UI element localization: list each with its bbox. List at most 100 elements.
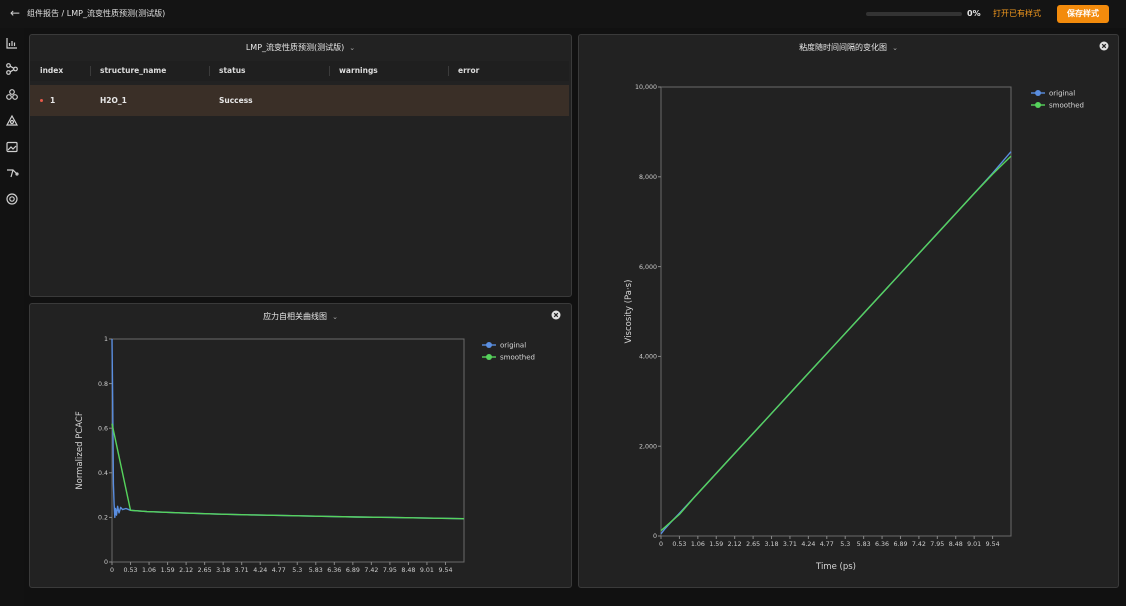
x-tick-label: 4.24 xyxy=(801,541,815,548)
progress-bar xyxy=(866,12,962,16)
x-tick-label: 5.83 xyxy=(309,567,323,574)
y-axis-label: Viscosity (Pa·s) xyxy=(624,280,634,344)
target-icon[interactable] xyxy=(5,192,19,206)
x-tick-label: 6.36 xyxy=(875,541,889,548)
x-tick-label: 7.95 xyxy=(383,567,397,574)
bar-chart-icon[interactable] xyxy=(5,36,19,50)
x-tick-label: 8.48 xyxy=(401,567,415,574)
save-style-button[interactable]: 保存样式 xyxy=(1057,5,1109,23)
cell-index: 1 xyxy=(50,96,56,105)
column-divider xyxy=(448,66,449,76)
x-tick-label: 4.24 xyxy=(253,567,267,574)
x-tick-label: 9.54 xyxy=(986,541,1000,548)
x-tick-label: 9.01 xyxy=(420,567,434,574)
x-tick-label: 3.18 xyxy=(216,567,230,574)
y-axis-label: Normalized PCACF xyxy=(75,411,85,490)
table-panel: LMP_流变性质预测(测试版) ⌄ index structure_name st… xyxy=(29,34,572,297)
y-tick-label: 0 xyxy=(653,533,657,540)
viscosity-chart: 0 0.53 1.06 1.59 2.12 2.65 3.18 3.71 4.24 4.77 5.3… xyxy=(624,84,1084,572)
cell-status: Success xyxy=(219,96,253,105)
network-icon[interactable] xyxy=(5,114,19,128)
y-tick-label: 4,000 xyxy=(639,354,657,361)
x-tick-label: 4.77 xyxy=(820,541,834,548)
viscosity-chart-panel: 粘度随时间间隔的变化图 ⌄ 0 0.53 1.06 1.59 2.12 2.65 3.18 3.… xyxy=(578,34,1119,588)
x-tick-label: 1.59 xyxy=(161,567,175,574)
series-line-smoothed xyxy=(660,155,1012,532)
x-tick-label: 6.89 xyxy=(346,567,360,574)
pcacf-chart: 0 0.53 1.06 1.59 2.12 2.65 3.18 3.71 4.24 4.77 5.3… xyxy=(75,336,535,574)
column-header-index[interactable]: index xyxy=(40,61,63,81)
x-tick-label: 1.06 xyxy=(691,541,705,548)
x-tick-label: 5.3 xyxy=(292,567,302,574)
open-existing-style-link[interactable]: 打开已有样式 xyxy=(993,8,1041,19)
cell-structure-name: H2O_1 xyxy=(100,96,127,105)
legend-label-smoothed: smoothed xyxy=(1049,102,1084,110)
breadcrumb: 组件报告 / LMP_流变性质预测(测试版) xyxy=(27,9,166,18)
x-tick-label: 0.53 xyxy=(124,567,138,574)
legend-label-original: original xyxy=(1049,90,1075,98)
x-tick-label: 5.3 xyxy=(840,541,850,548)
arrow-left-icon[interactable]: ← xyxy=(10,6,24,20)
x-tick-label: 0 xyxy=(110,567,114,574)
x-tick-label: 2.12 xyxy=(179,567,193,574)
top-bar: ← 组件报告 / LMP_流变性质预测(测试版) 0% 打开已有样式 保存样式 xyxy=(0,0,1126,28)
molecule-icon[interactable] xyxy=(5,88,19,102)
legend-marker-original xyxy=(1035,90,1041,96)
plot-frame xyxy=(660,86,1012,537)
progress-text: 0% xyxy=(967,9,981,18)
legend-marker-original xyxy=(486,342,492,348)
x-tick-label: 3.18 xyxy=(765,541,779,548)
status-dot xyxy=(40,99,43,102)
x-tick-label: 3.71 xyxy=(783,541,797,548)
x-tick-label: 9.01 xyxy=(967,541,981,548)
y-tick-label: 2,000 xyxy=(639,443,657,450)
y-tick-label: 10,000 xyxy=(635,84,657,91)
x-tick-label: 6.36 xyxy=(327,567,341,574)
y-tick-label: 0 xyxy=(104,559,108,566)
x-tick-label: 1.59 xyxy=(709,541,723,548)
route-icon[interactable] xyxy=(5,166,19,180)
series-line-smoothed xyxy=(111,423,465,520)
y-tick-label: 0.8 xyxy=(98,381,108,388)
y-tick-label: 0.2 xyxy=(98,515,108,522)
column-header-error[interactable]: error xyxy=(458,61,479,81)
y-tick-label: 6,000 xyxy=(639,264,657,271)
x-axis-label: Time (ps) xyxy=(815,562,856,572)
x-tick-label: 7.42 xyxy=(364,567,378,574)
x-tick-label: 3.71 xyxy=(235,567,249,574)
y-tick-label: 1 xyxy=(104,336,108,343)
plot-frame xyxy=(111,338,465,563)
legend-marker-smoothed xyxy=(486,354,492,360)
x-tick-label: 7.95 xyxy=(930,541,944,548)
column-header-status[interactable]: status xyxy=(219,61,246,81)
x-tick-label: 2.12 xyxy=(728,541,742,548)
column-divider xyxy=(329,66,330,76)
legend-label-original: original xyxy=(500,342,526,350)
x-tick-label: 7.42 xyxy=(912,541,926,548)
x-tick-label: 1.06 xyxy=(142,567,156,574)
table-row[interactable]: 1 H2O_1 Success xyxy=(30,85,569,116)
column-divider xyxy=(90,66,91,76)
x-tick-label: 2.65 xyxy=(198,567,212,574)
image-icon[interactable] xyxy=(5,140,19,154)
legend-marker-smoothed xyxy=(1035,102,1041,108)
sidebar xyxy=(0,28,24,606)
pcacf-chart-panel: 应力自相关曲线图 ⌄ 0 0.53 1.06 1.59 2.12 2.65 3.18 3.71 4… xyxy=(29,303,572,588)
y-tick-label: 0.6 xyxy=(98,425,108,432)
table-header: index structure_name status warnings err… xyxy=(30,61,569,81)
x-tick-label: 6.89 xyxy=(893,541,907,548)
x-tick-label: 9.54 xyxy=(438,567,452,574)
column-divider xyxy=(209,66,210,76)
table-panel-title[interactable]: LMP_流变性质预测(测试版) ⌄ xyxy=(30,42,571,53)
legend-label-smoothed: smoothed xyxy=(500,354,535,362)
column-header-structure-name[interactable]: structure_name xyxy=(100,61,166,81)
x-tick-label: 8.48 xyxy=(949,541,963,548)
y-tick-label: 8,000 xyxy=(639,174,657,181)
flow-icon[interactable] xyxy=(5,62,19,76)
column-header-warnings[interactable]: warnings xyxy=(339,61,378,81)
y-tick-label: 0.4 xyxy=(98,470,108,477)
series-line-original xyxy=(111,338,465,520)
x-tick-label: 5.83 xyxy=(857,541,871,548)
chevron-down-icon[interactable]: ⌄ xyxy=(349,44,355,52)
x-tick-label: 0 xyxy=(659,541,663,548)
